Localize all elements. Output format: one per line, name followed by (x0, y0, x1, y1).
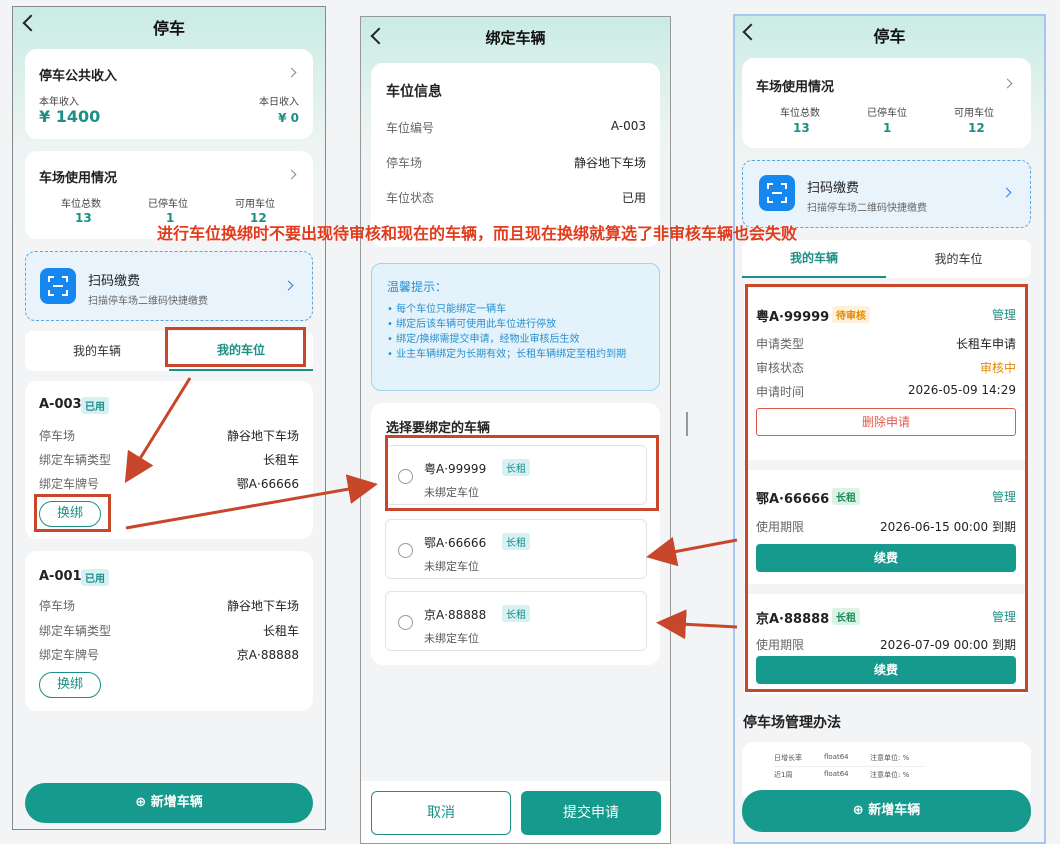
arrow (124, 377, 192, 484)
arrow (656, 609, 738, 640)
arrow (125, 474, 378, 530)
annotation-text: 进行车位换绑时不要出现待审核和现在的车辆，而且现在换绑就算选了非审核车辆也会失败 (157, 224, 798, 243)
arrow (646, 536, 738, 567)
annotation-arrows (124, 377, 738, 640)
